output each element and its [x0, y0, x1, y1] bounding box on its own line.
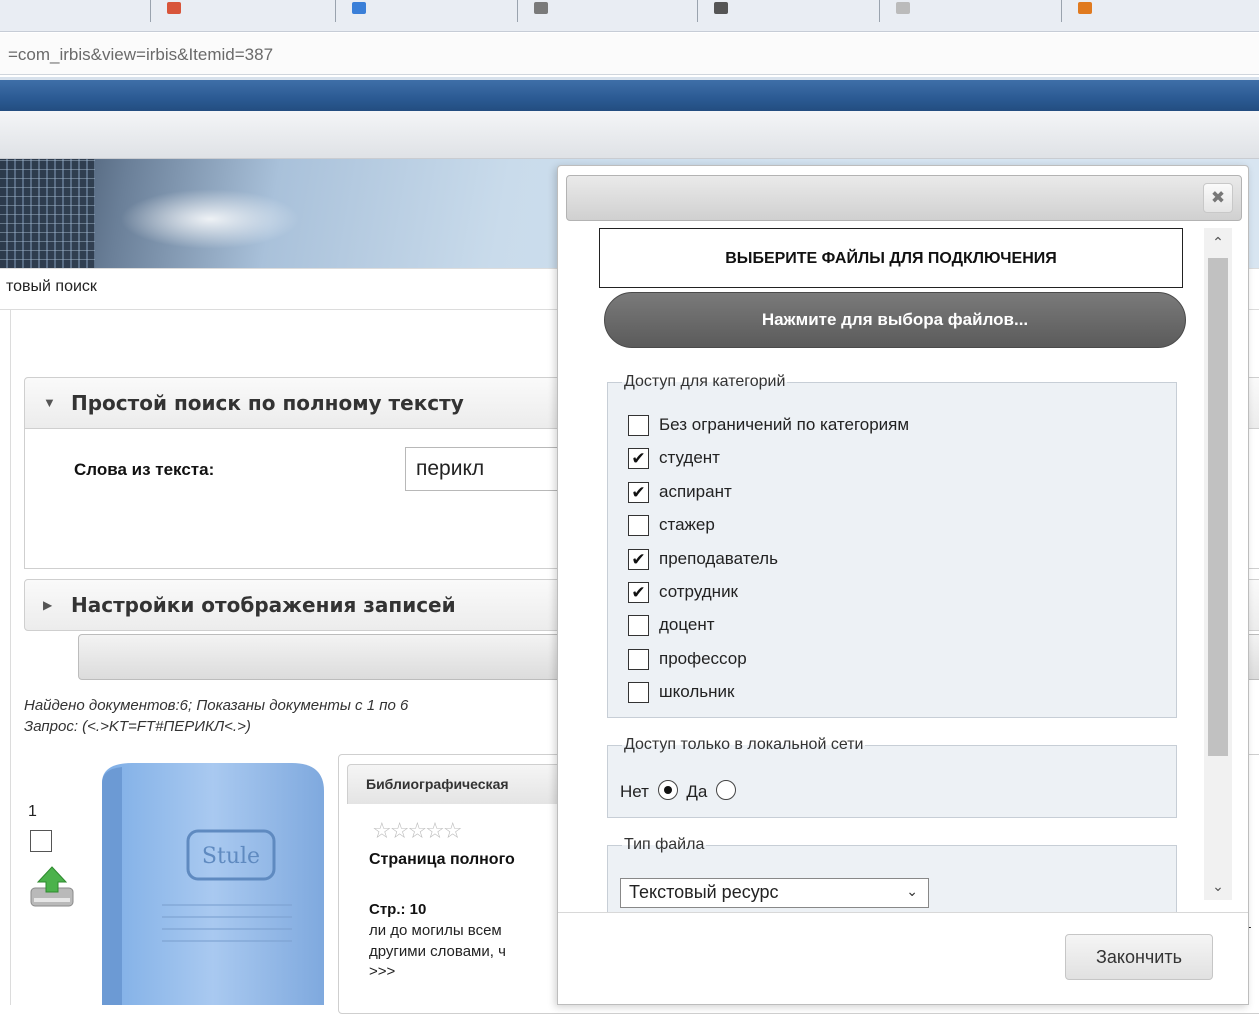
file-type-select[interactable]: Текстовый ресурс ⌄	[620, 878, 929, 908]
rating-stars-icon[interactable]: ☆☆☆☆☆	[372, 818, 463, 844]
tab-favicon-icon	[1078, 2, 1092, 14]
result-number: 1	[28, 803, 37, 820]
breadcrumb-label[interactable]: товый поиск	[6, 278, 97, 296]
result-snippet-line: другими словами, ч	[369, 943, 506, 960]
local-network-radio-group: Нет Да	[620, 780, 740, 802]
browser-tab-strip	[0, 0, 1259, 32]
checkbox-label: сотрудник	[659, 582, 738, 601]
panel-title: Настройки отображения записей	[71, 593, 456, 617]
checkbox-label: Без ограничений по категориям	[659, 415, 910, 434]
address-bar[interactable]: =com_irbis&view=irbis&Itemid=387	[0, 33, 1259, 75]
browser-tab[interactable]	[150, 0, 335, 22]
group-legend: Доступ для категорий	[624, 373, 786, 390]
checkbox-label: школьник	[659, 682, 735, 701]
checkbox-checked[interactable]: ✔	[628, 482, 649, 503]
dialog-footer: Закончить	[558, 912, 1248, 1004]
file-upload-dialog: ✖ ВЫБЕРИТЕ ФАЙЛЫ ДЛЯ ПОДКЛЮЧЕНИЯ Нажмите…	[557, 165, 1249, 1005]
scrollbar-thumb[interactable]	[1208, 258, 1228, 756]
checkbox-label: аспирант	[659, 482, 732, 501]
result-title[interactable]: Страница полного	[369, 851, 515, 869]
tab-favicon-icon	[352, 2, 366, 14]
collapsed-triangle-icon: ▶	[43, 598, 53, 612]
group-legend: Доступ только в локальной сети	[624, 736, 864, 753]
checkbox[interactable]	[628, 682, 649, 703]
book-cover-image: Stule	[102, 763, 324, 1005]
site-menu-bar	[0, 111, 1259, 159]
scroll-up-icon[interactable]: ⌃	[1204, 228, 1232, 256]
checkbox-checked[interactable]: ✔	[628, 549, 649, 570]
radio-yes[interactable]	[716, 780, 737, 800]
scroll-down-icon[interactable]: ⌄	[1204, 872, 1232, 900]
result-page: Стр.: 10	[369, 901, 427, 918]
tab-favicon-icon	[167, 2, 181, 14]
browser-tab[interactable]	[879, 0, 1061, 22]
panel-title: Простой поиск по полному тексту	[71, 391, 464, 415]
tab-favicon-icon	[896, 2, 910, 14]
checkbox[interactable]	[628, 615, 649, 636]
browser-tab[interactable]	[1061, 0, 1239, 22]
address-url[interactable]: =com_irbis&view=irbis&Itemid=387	[8, 45, 273, 65]
tab-favicon-icon	[534, 2, 548, 14]
query-text: Запрос: (<.>KT=FT#ПЕРИКЛ<.>)	[24, 718, 251, 735]
expanded-triangle-icon: ▼	[43, 395, 56, 410]
choose-files-button[interactable]: Нажмите для выбора файлов...	[604, 292, 1186, 348]
local-network-group: Доступ только в локальной сети Нет Да	[607, 736, 1177, 818]
group-legend: Тип файла	[624, 836, 705, 853]
radio-label-no: Нет	[620, 782, 649, 801]
found-count-text: Найдено документов:6; Показаны документы…	[24, 697, 409, 714]
checkbox[interactable]	[628, 649, 649, 670]
dialog-heading: ВЫБЕРИТЕ ФАЙЛЫ ДЛЯ ПОДКЛЮЧЕНИЯ	[599, 228, 1183, 288]
tab-favicon-icon	[714, 2, 728, 14]
chevron-down-icon: ⌄	[906, 883, 918, 899]
browser-tab[interactable]	[335, 0, 517, 22]
download-icon[interactable]	[28, 864, 76, 910]
finish-button[interactable]: Закончить	[1065, 934, 1213, 980]
close-icon[interactable]: ✖	[1203, 183, 1233, 213]
checkbox-label: студент	[659, 448, 720, 467]
browser-tab[interactable]	[517, 0, 697, 22]
words-label: Слова из текста:	[74, 460, 215, 479]
radio-label-yes: Да	[686, 782, 708, 801]
checkbox[interactable]	[628, 515, 649, 536]
dialog-titlebar[interactable]	[566, 175, 1242, 221]
checkbox-label: стажер	[659, 515, 715, 534]
checkbox-checked[interactable]: ✔	[628, 582, 649, 603]
result-select-checkbox[interactable]	[30, 830, 52, 852]
file-type-value: Текстовый ресурс	[629, 882, 779, 902]
site-header-bar	[0, 77, 1259, 111]
book-label: Stule	[202, 844, 260, 869]
checkbox-checked[interactable]: ✔	[628, 448, 649, 469]
checkbox-label: профессор	[659, 649, 747, 668]
tab-label: Библиографическая	[366, 776, 509, 792]
checkbox-label: преподаватель	[659, 549, 778, 568]
radio-no[interactable]	[657, 780, 678, 800]
browser-tab[interactable]	[697, 0, 879, 22]
more-link[interactable]: >>>	[369, 963, 395, 980]
checkbox[interactable]	[628, 415, 649, 436]
checkbox-label: доцент	[659, 615, 715, 634]
result-snippet-line: ли до могилы всем	[369, 922, 502, 939]
category-access-group: Доступ для категорий Без ограничений по …	[607, 373, 1177, 718]
